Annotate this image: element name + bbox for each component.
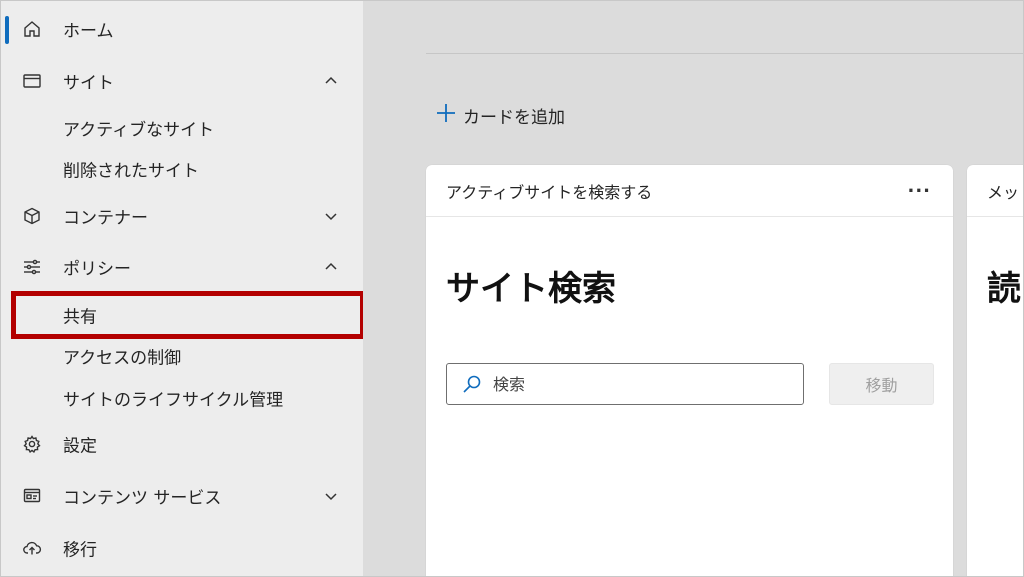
chevron-up-icon[interactable] [321,71,341,91]
main-content: カードを追加 アクティブサイトを検索する ··· サイト検索 移動 メッ 読 [363,1,1023,576]
add-card-label: カードを追加 [463,107,565,128]
sidebar-item-access-control[interactable]: アクセスの制御 [1,336,363,376]
browser-window-icon [21,70,43,92]
card-header: アクティブサイトを検索する ··· [426,165,953,217]
sidebar-item-label: コンテナー [63,208,148,229]
cube-icon [21,205,43,227]
search-icon [461,373,483,395]
card-header: メッ [967,165,1023,217]
card-title: メッ [987,182,1020,202]
add-card-button[interactable]: カードを追加 [435,101,565,129]
sidebar-item-label: アクティブなサイト [63,120,215,141]
search-input[interactable] [493,370,793,398]
sidebar-item-label: アクセスの制御 [63,348,182,369]
partial-card: メッ 読 [967,165,1023,576]
sidebar-item-site-lifecycle[interactable]: サイトのライフサイクル管理 [1,378,363,418]
sidebar-item-label: 設定 [63,436,97,457]
card-title: アクティブサイトを検索する [446,182,653,202]
app-window: ホーム サイト アクティブなサイト 削除されたサイト コンテナー ポリシー 共有… [0,0,1024,577]
content-services-icon [21,485,43,507]
search-box[interactable] [446,363,804,405]
divider [426,53,1023,54]
sliders-icon [21,256,43,278]
sidebar-item-label: サイト [63,73,114,94]
sidebar-item-label: ポリシー [63,259,131,280]
sidebar-item-label: サイトのライフサイクル管理 [63,390,284,411]
sidebar-item-deleted-sites[interactable]: 削除されたサイト [1,149,363,189]
chevron-down-icon[interactable] [321,206,341,226]
more-options-icon[interactable]: ··· [907,180,931,201]
card-heading: サイト検索 [446,269,616,309]
sidebar-item-containers[interactable]: コンテナー [1,196,363,236]
go-button[interactable]: 移動 [829,363,934,405]
home-icon [21,18,43,40]
sidebar-item-label: コンテンツ サービス [63,488,222,509]
sidebar-item-label: 移行 [63,540,97,561]
sidebar-item-policies[interactable]: ポリシー [1,247,363,287]
sidebar-item-sites[interactable]: サイト [1,61,363,101]
sidebar-item-content-services[interactable]: コンテンツ サービス [1,476,363,516]
sidebar-item-label: ホーム [63,21,114,42]
sidebar-item-home[interactable]: ホーム [1,9,363,49]
sidebar-item-label: 削除されたサイト [63,161,199,182]
cloud-upload-icon [21,537,43,559]
sidebar-nav: ホーム サイト アクティブなサイト 削除されたサイト コンテナー ポリシー 共有… [1,1,365,576]
chevron-down-icon[interactable] [321,486,341,506]
site-search-card: アクティブサイトを検索する ··· サイト検索 移動 [426,165,953,576]
sidebar-item-active-sites[interactable]: アクティブなサイト [1,108,363,148]
gear-icon [21,433,43,455]
card-heading: 読 [987,269,1021,309]
chevron-up-icon[interactable] [321,257,341,277]
highlight-annotation-box [11,291,365,339]
sidebar-item-migration[interactable]: 移行 [1,528,363,568]
sidebar-item-settings[interactable]: 設定 [1,424,363,464]
plus-icon [435,102,457,128]
